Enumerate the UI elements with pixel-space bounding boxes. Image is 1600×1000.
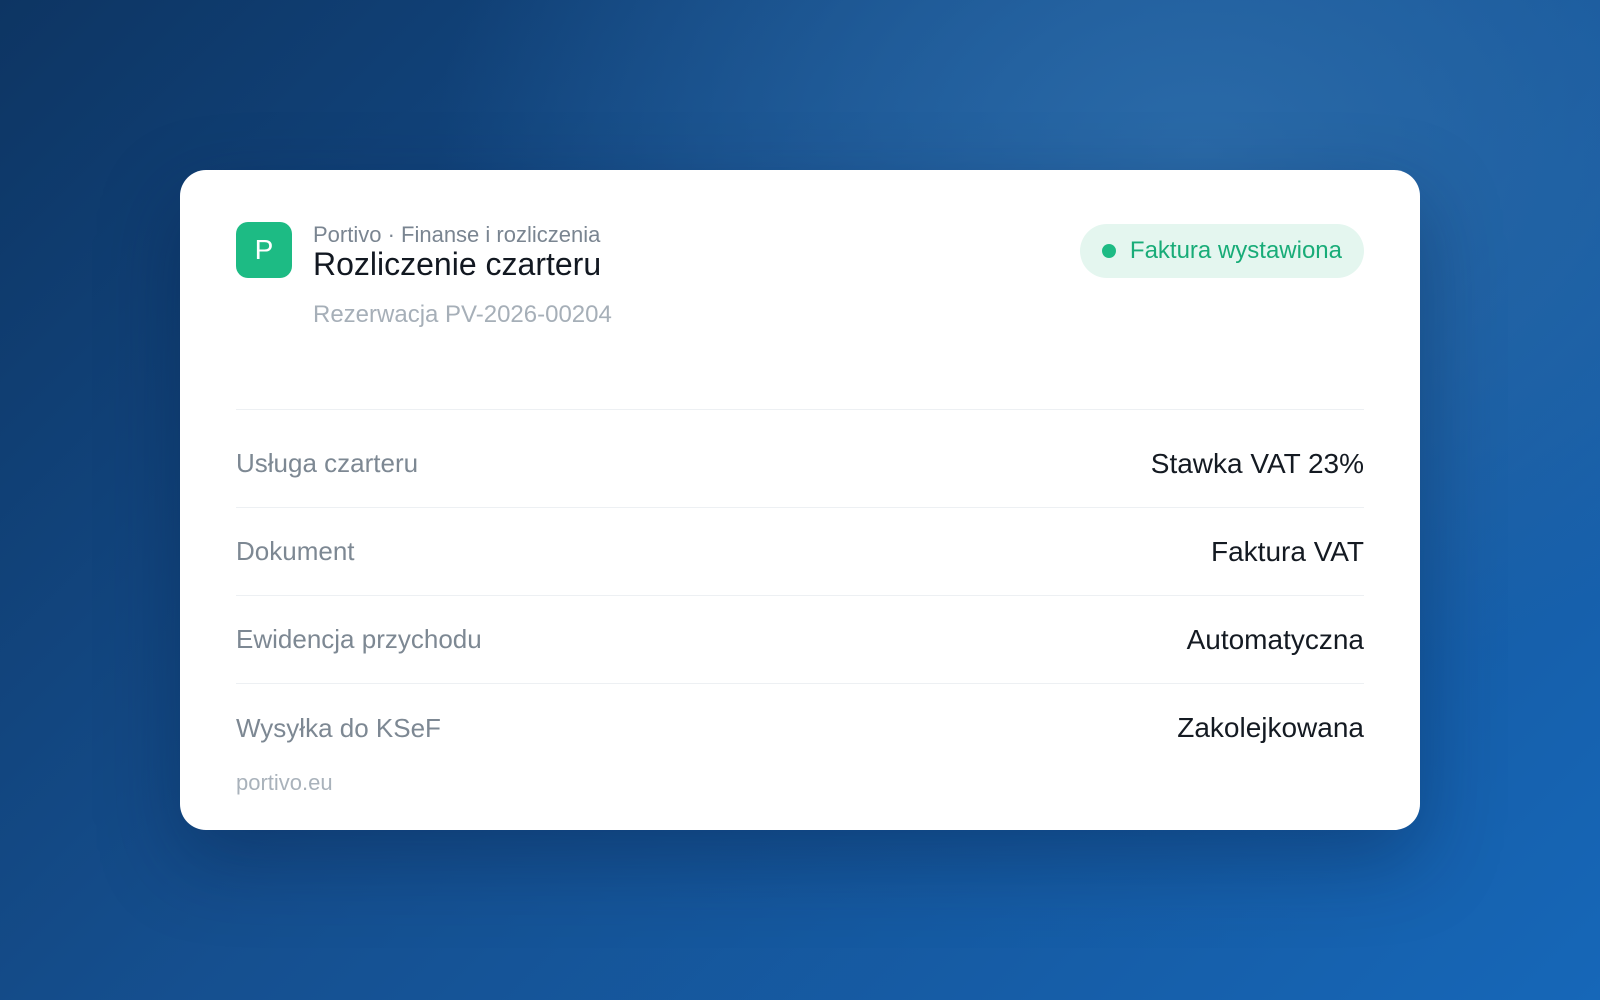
details-list: Usługa czarteru Stawka VAT 23% Dokument …: [236, 420, 1364, 772]
footer-domain: portivo.eu: [236, 770, 333, 795]
detail-label: Dokument: [236, 536, 355, 566]
detail-row-service: Usługa czarteru Stawka VAT 23%: [236, 420, 1364, 508]
card-header: P Portivo · Finanse i rozliczenia Rozlic…: [236, 222, 1364, 410]
detail-row-ksef-dispatch: Wysyłka do KSeF Zakolejkowana: [236, 684, 1364, 772]
settlement-card: P Portivo · Finanse i rozliczenia Rozlic…: [180, 170, 1420, 830]
status-badge: Faktura wystawiona: [1079, 224, 1364, 278]
detail-value: Stawka VAT 23%: [1150, 447, 1364, 479]
detail-row-revenue-record: Ewidencja przychodu Automatyczna: [236, 596, 1364, 684]
detail-value: Zakolejkowana: [1177, 712, 1364, 743]
page-title: Rozliczenie czarteru: [313, 246, 602, 282]
detail-value: Faktura VAT: [1210, 535, 1364, 567]
reservation-number: Rezerwacja PV-2026-00204: [313, 301, 612, 328]
detail-label: Ewidencja przychodu: [236, 624, 482, 654]
portivo-logo: P: [236, 222, 292, 278]
organization-breadcrumb: Portivo · Finanse i rozliczenia: [313, 222, 601, 247]
header-titles: Portivo · Finanse i rozliczenia Rozlicze…: [313, 222, 612, 330]
logo-letter: P: [254, 234, 274, 265]
detail-label: Wysyłka do KSeF: [236, 712, 441, 743]
status-badge-label: Faktura wystawiona: [1129, 237, 1342, 264]
status-dot-icon: [1101, 244, 1116, 258]
detail-value: Automatyczna: [1186, 623, 1364, 655]
detail-row-document: Dokument Faktura VAT: [236, 508, 1364, 596]
detail-label: Usługa czarteru: [236, 448, 419, 478]
